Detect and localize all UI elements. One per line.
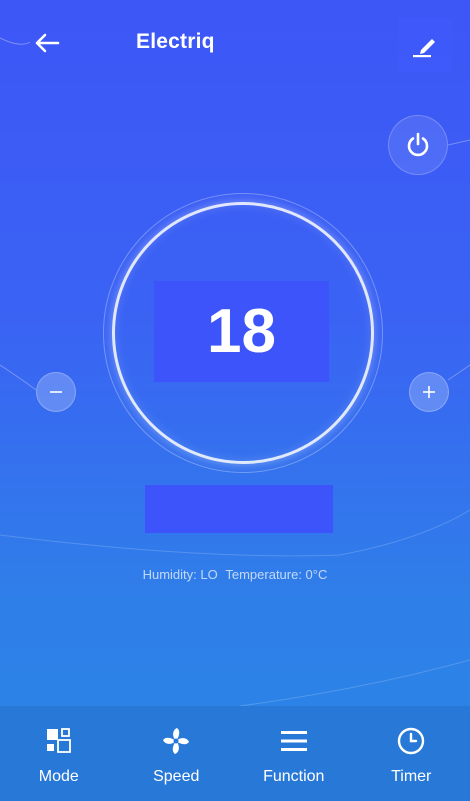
temperature-status: Temperature: 0°C [225, 567, 328, 582]
arrow-left-icon [35, 33, 60, 53]
plus-icon [423, 386, 435, 398]
page-title: Electriq [136, 30, 215, 53]
nav-item-timer[interactable]: Timer [356, 706, 466, 786]
humidity-status: Humidity: LO [142, 567, 218, 582]
nav-label-mode: Mode [38, 768, 79, 785]
minus-icon [50, 391, 62, 393]
decrease-temperature-button[interactable] [36, 372, 76, 412]
nav-item-speed[interactable]: Speed [121, 706, 231, 786]
edit-button[interactable] [398, 18, 452, 72]
nav-item-mode[interactable]: Mode [4, 706, 114, 786]
bottom-nav: Mode Speed Function Timer [0, 706, 470, 801]
temperature-value: 18 [207, 297, 276, 366]
nav-label-speed: Speed [153, 768, 200, 785]
top-bar: Electriq [0, 0, 470, 88]
increase-temperature-button[interactable] [409, 372, 449, 412]
back-button[interactable] [30, 26, 64, 60]
status-line: Humidity: LO Temperature: 0°C [0, 567, 470, 582]
nav-item-function[interactable]: Function [239, 706, 349, 786]
mode-icon [42, 724, 76, 758]
status-display-box [145, 485, 333, 533]
temperature-display: 18 [154, 281, 329, 382]
nav-label-timer: Timer [391, 768, 432, 785]
pencil-icon [413, 39, 435, 58]
clock-icon [394, 724, 428, 758]
nav-label-function: Function [263, 768, 325, 785]
power-button[interactable] [388, 115, 448, 175]
power-icon [407, 132, 429, 157]
fan-icon [159, 724, 193, 758]
menu-icon [277, 724, 311, 758]
